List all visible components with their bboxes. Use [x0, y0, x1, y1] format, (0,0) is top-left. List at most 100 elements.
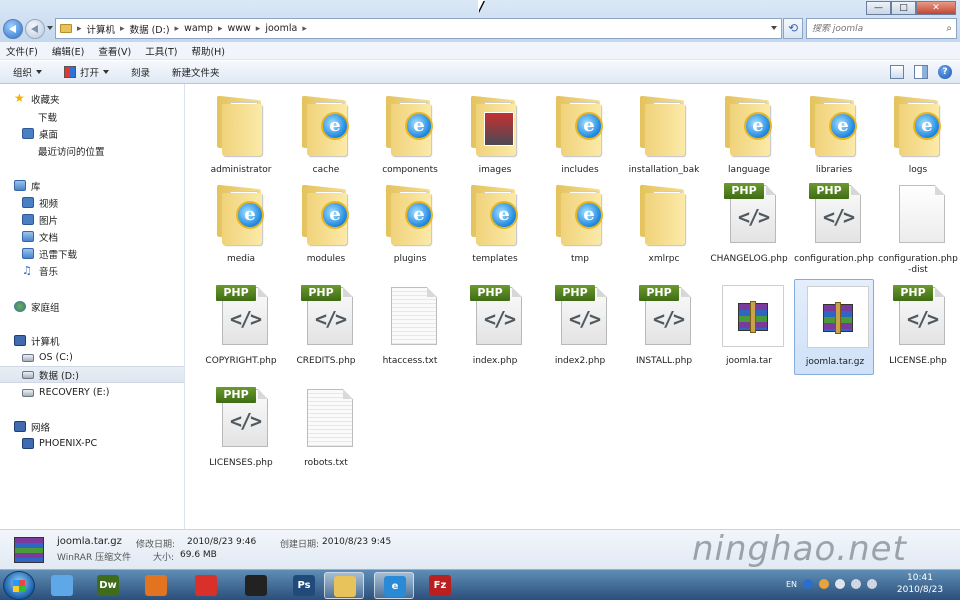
taskbar-app-chrome[interactable]: [186, 572, 226, 599]
taskbar-app-filezilla[interactable]: Fz: [420, 572, 460, 599]
taskbar-app-ie[interactable]: e: [374, 572, 414, 599]
nav-pictures[interactable]: 图片: [0, 211, 184, 228]
file-item[interactable]: PHP </> index2.php: [540, 279, 620, 375]
start-button[interactable]: [3, 571, 35, 600]
recent-pages-chevron-icon[interactable]: [47, 26, 53, 30]
nav-drive-c[interactable]: OS (C:): [0, 349, 184, 366]
close-button[interactable]: ✕: [916, 1, 956, 15]
menu-edit[interactable]: 编辑(E): [52, 44, 84, 58]
file-item[interactable]: </> administrator: [201, 88, 281, 184]
file-item[interactable]: e includes: [540, 88, 620, 184]
nav-homegroup[interactable]: 家庭组: [0, 298, 184, 315]
burn-button[interactable]: 刻录: [131, 65, 150, 79]
file-item[interactable]: PHP </> configuration.php: [794, 177, 874, 273]
nav-computer[interactable]: 计算机: [0, 332, 184, 349]
file-item[interactable]: e media: [201, 177, 281, 273]
breadcrumb-joomla[interactable]: joomla ▸: [265, 23, 307, 34]
file-item[interactable]: configuration.php-dist: [878, 177, 958, 275]
nav-documents[interactable]: 文档: [0, 228, 184, 245]
file-item[interactable]: PHP </> COPYRIGHT.php: [201, 279, 281, 375]
selected-file-name: joomla.tar.gz: [57, 536, 122, 547]
language-indicator[interactable]: EN: [786, 580, 797, 589]
maximize-button[interactable]: □: [891, 1, 916, 15]
nav-thunder-downloads[interactable]: 迅雷下载: [0, 245, 184, 262]
file-item[interactable]: e modules: [286, 177, 366, 273]
clock-time: 10:41: [907, 573, 933, 583]
address-dropdown-icon[interactable]: [771, 26, 777, 30]
change-view-icon[interactable]: [890, 65, 904, 79]
file-item[interactable]: e cache: [286, 88, 366, 184]
nav-music[interactable]: ♫ 音乐: [0, 262, 184, 279]
nav-network[interactable]: 网络: [0, 418, 184, 435]
menu-help[interactable]: 帮助(H): [191, 44, 225, 58]
menu-file[interactable]: 文件(F): [6, 44, 38, 58]
taskbar-app-qq[interactable]: [236, 572, 276, 599]
file-item[interactable]: images: [455, 88, 535, 184]
clock[interactable]: 10:41 2010/8/23: [890, 572, 950, 596]
minimize-button[interactable]: —: [866, 1, 891, 15]
new-folder-button[interactable]: 新建文件夹: [172, 65, 220, 79]
flag-tray-icon[interactable]: [819, 579, 830, 589]
file-name: configuration.php-dist: [878, 254, 958, 275]
nav-drive-e[interactable]: RECOVERY (E:): [0, 384, 184, 401]
taskbar-app-photoshop[interactable]: Ps: [284, 572, 324, 599]
search-icon[interactable]: ⌕: [946, 23, 952, 34]
nav-downloads[interactable]: 下载: [0, 108, 184, 125]
file-item[interactable]: e templates: [455, 177, 535, 273]
php-file-icon: PHP </>: [208, 387, 274, 449]
file-item[interactable]: e components: [370, 88, 450, 184]
nav-libraries[interactable]: 库: [0, 177, 184, 194]
open-button[interactable]: 打开: [64, 65, 110, 79]
organize-button[interactable]: 组织: [13, 65, 43, 79]
help-tray-icon[interactable]: [803, 579, 814, 589]
cloud-tray-icon[interactable]: [835, 579, 846, 589]
volume-tray-icon[interactable]: [867, 579, 878, 589]
taskbar-app-explorer[interactable]: [324, 572, 364, 599]
drive-icon: [22, 388, 34, 397]
file-item[interactable]: PHP </> CHANGELOG.php: [709, 177, 789, 273]
file-item[interactable]: PHP </> INSTALL.php: [624, 279, 704, 375]
file-item[interactable]: robots.txt: [286, 381, 366, 477]
taskbar-app-dreamweaver[interactable]: Dw: [88, 572, 128, 599]
help-icon[interactable]: ?: [938, 65, 952, 79]
preview-pane-icon[interactable]: [914, 65, 928, 79]
nav-desktop[interactable]: 桌面: [0, 125, 184, 142]
breadcrumb-wamp[interactable]: wamp ▸: [184, 23, 222, 34]
file-item[interactable]: PHP </> LICENSE.php: [878, 279, 958, 375]
address-bar[interactable]: ▸ 计算机 ▸ 数据 (D:) ▸ wamp ▸ www ▸ joomla ▸: [55, 18, 782, 39]
menu-view[interactable]: 查看(V): [98, 44, 131, 58]
search-box[interactable]: ⌕: [806, 18, 957, 39]
refresh-button[interactable]: ⟲: [783, 18, 803, 39]
file-item[interactable]: PHP </> CREDITS.php: [286, 279, 366, 375]
nav-drive-d[interactable]: 数据 (D:): [0, 366, 184, 383]
nav-recent-places[interactable]: 最近访问的位置: [0, 142, 184, 159]
folder-icon: e: [547, 94, 613, 156]
file-item[interactable]: e tmp: [540, 177, 620, 273]
file-item[interactable]: PHP </> LICENSES.php: [201, 381, 281, 477]
file-item[interactable]: PHP </> index.php: [455, 279, 535, 375]
drive-icon: [22, 353, 34, 362]
file-item[interactable]: installation_bak: [624, 88, 704, 184]
back-button[interactable]: [3, 19, 23, 39]
nav-favorites[interactable]: ★ 收藏夹: [0, 90, 184, 107]
file-item[interactable]: </> xmlrpc: [624, 177, 704, 273]
file-item[interactable]: htaccess.txt: [370, 279, 450, 375]
file-item[interactable]: e language: [709, 88, 789, 184]
file-item[interactable]: e libraries: [794, 88, 874, 184]
forward-button[interactable]: [25, 19, 45, 39]
file-item[interactable]: joomla.tar: [709, 279, 789, 375]
file-item[interactable]: joomla.tar.gz: [794, 279, 874, 375]
breadcrumb-www[interactable]: www ▸: [227, 23, 260, 34]
file-item[interactable]: e logs: [878, 88, 958, 184]
menu-tools[interactable]: 工具(T): [145, 44, 177, 58]
file-name: modules: [306, 254, 346, 264]
taskbar-app-firefox[interactable]: [136, 572, 176, 599]
breadcrumb-drive-d[interactable]: 数据 (D:) ▸: [130, 22, 179, 36]
breadcrumb-computer[interactable]: 计算机 ▸: [87, 22, 125, 36]
nav-videos[interactable]: 视频: [0, 194, 184, 211]
nav-phoenix-pc[interactable]: PHOENIX-PC: [0, 435, 184, 452]
taskbar-app-messenger[interactable]: [42, 572, 82, 599]
network-tray-icon[interactable]: [851, 579, 862, 589]
search-input[interactable]: [812, 23, 937, 34]
file-item[interactable]: e plugins: [370, 177, 450, 273]
